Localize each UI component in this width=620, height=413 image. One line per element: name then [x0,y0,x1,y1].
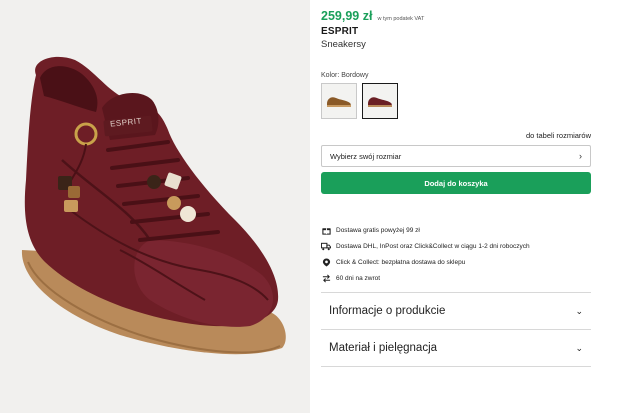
delivery-info: Dostawa gratis powyżej 99 zł Dostawa DHL… [321,222,591,286]
info-item: 60 dni na zwrot [321,270,591,286]
accordion-product-info[interactable]: Informacje o produkcie ⌄ [321,292,591,329]
chevron-down-icon: ⌄ [575,305,583,316]
product-image [21,56,286,355]
gift-icon [321,225,331,235]
accordion-label: Informacje o produkcie [329,305,446,317]
chevron-right-icon: › [579,151,582,161]
vat-note: w tym podatek VAT [377,16,425,22]
color-label: Kolor: Bordowy [321,72,369,79]
product-panel: 259,99 zł w tym podatek VAT ESPRIT Sneak… [321,0,591,413]
info-item: Dostawa DHL, InPost oraz Click&Collect w… [321,238,591,254]
accordion-material-care[interactable]: Materiał i pielęgnacja ⌄ [321,329,591,366]
truck-icon [321,241,331,251]
product-name: Sneakersy [321,39,366,50]
info-text: Dostawa DHL, InPost oraz Click&Collect w… [336,242,530,250]
brand-name[interactable]: ESPRIT [321,26,358,37]
store-icon [321,257,331,267]
shoe-thumbnail [368,97,392,107]
info-item: Click & Collect: bezpłatna dostawa do sk… [321,254,591,270]
info-text: Dostawa gratis powyżej 99 zł [336,226,420,234]
chevron-down-icon: ⌄ [575,342,583,353]
accordion-label: Materiał i pielęgnacja [329,342,438,354]
color-swatch-brown[interactable] [321,83,357,119]
divider [321,366,591,367]
return-icon [321,273,331,283]
price-row: 259,99 zł w tym podatek VAT [321,9,424,23]
info-text: Click & Collect: bezpłatna dostawa do sk… [336,258,466,266]
product-gallery[interactable]: ESPRIT [0,0,310,413]
add-to-cart-button[interactable]: Dodaj do koszyka [321,172,591,194]
size-table-link[interactable]: do tabeli rozmiarów [526,131,591,140]
shoe-thumbnail [327,97,351,107]
info-item: Dostawa gratis powyżej 99 zł [321,222,591,238]
size-select[interactable]: Wybierz swój rozmiar › [321,145,591,167]
info-text: 60 dni na zwrot [336,274,381,282]
color-swatch-burgundy[interactable] [362,83,398,119]
size-select-placeholder: Wybierz swój rozmiar [330,151,402,161]
price: 259,99 zł [321,9,373,23]
